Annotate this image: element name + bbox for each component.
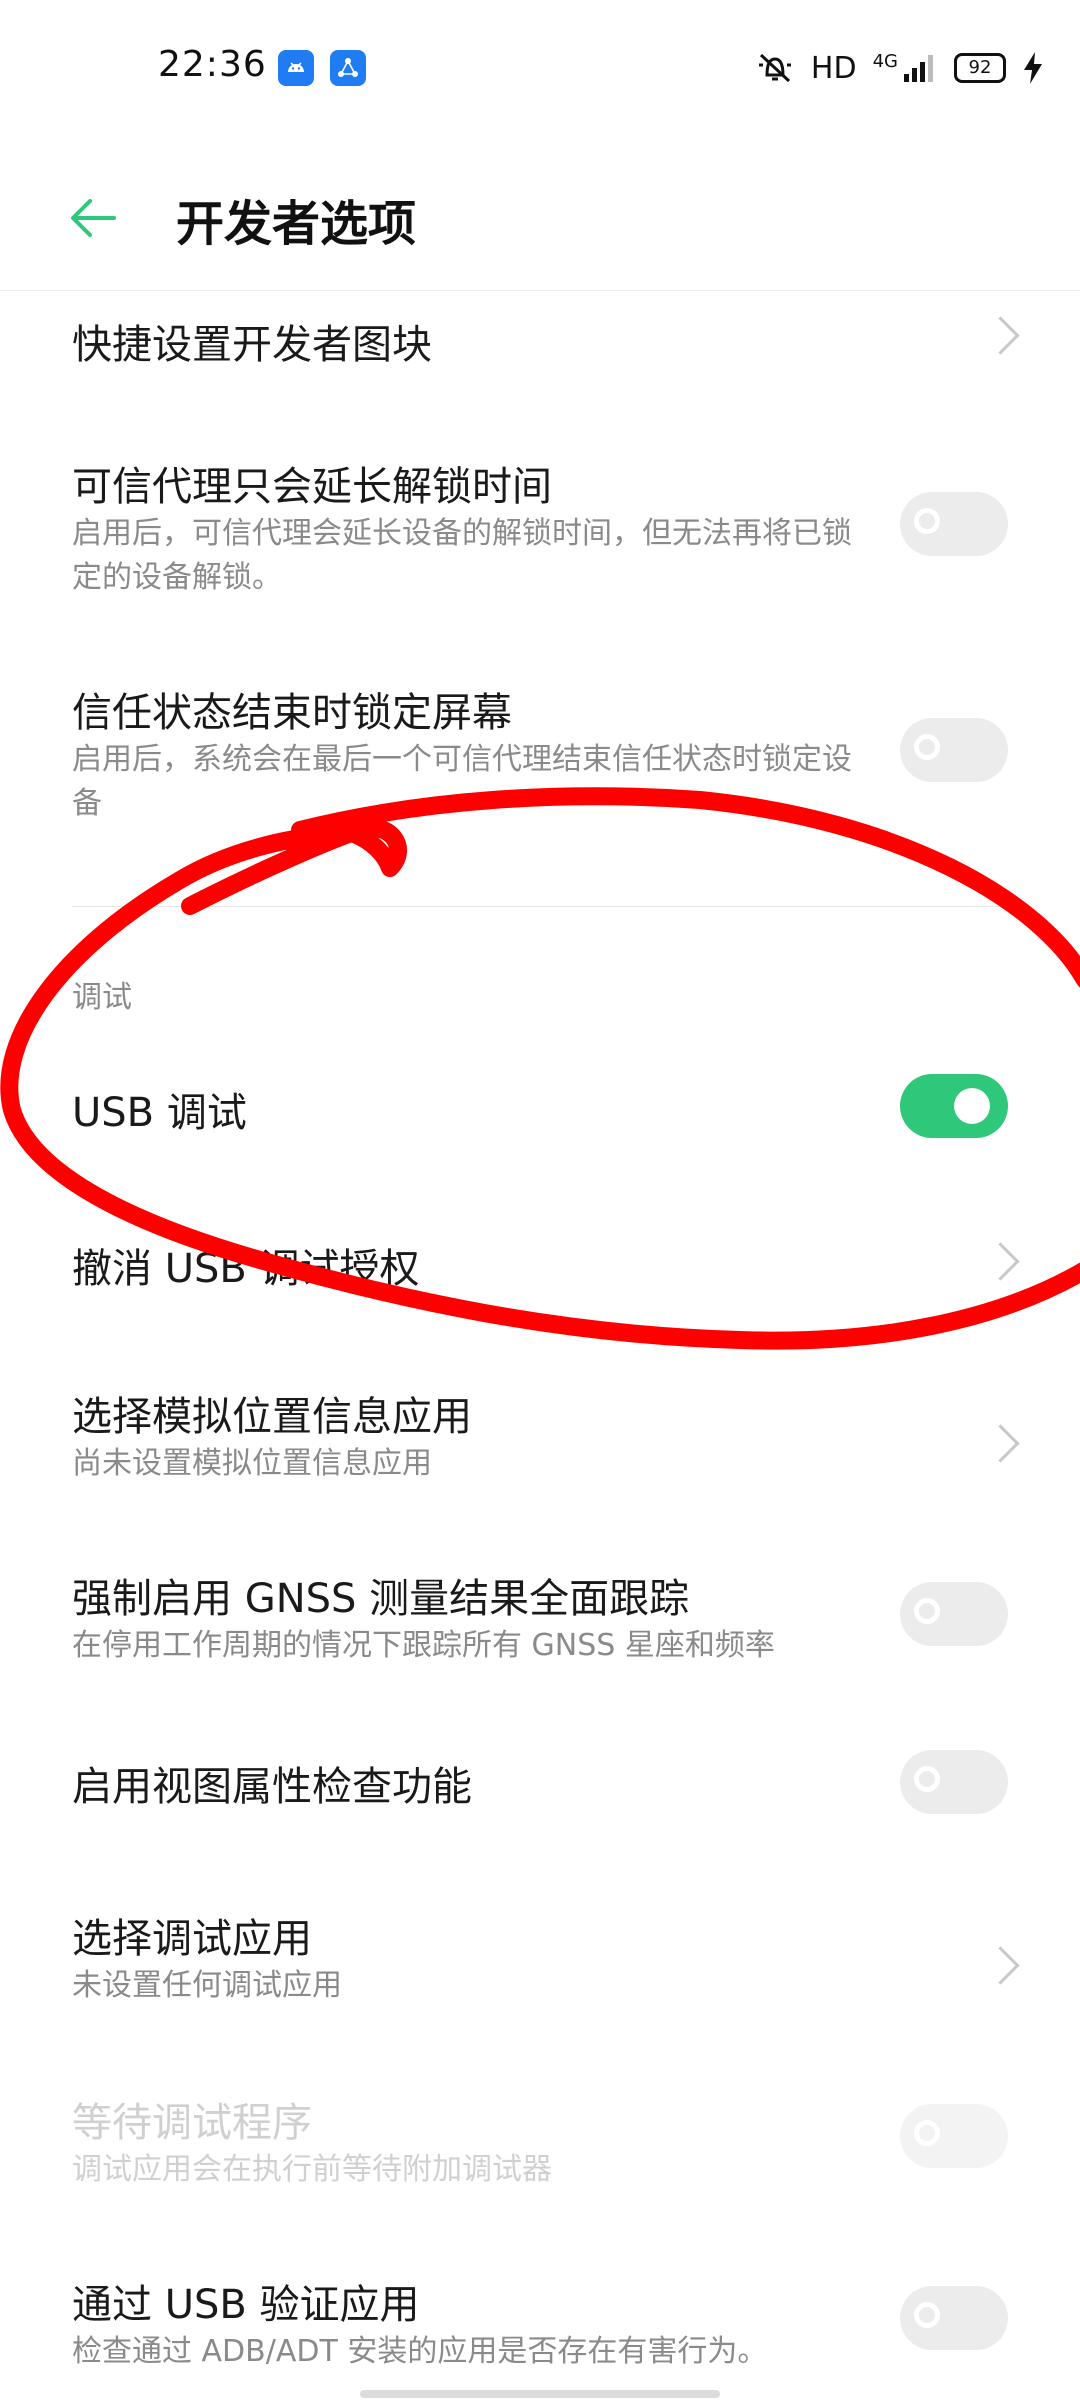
app-bar: 开发者选项 — [0, 150, 1080, 291]
debug-app-subtitle: 未设置任何调试应用 — [72, 1968, 342, 2003]
status-bar: 22:36 HD 4G 92 — [0, 0, 1080, 140]
trust-agent-extend-toggle[interactable] — [900, 492, 1008, 556]
wait-debugger-item: 等待调试程序 调试应用会在执行前等待附加调试器 — [0, 2076, 1080, 2216]
trust-agent-extend-subtitle: 启用后，可信代理会延长设备的解锁时间，但无法再将已锁定的设备解锁。 — [72, 516, 852, 595]
gnss-subtitle: 在停用工作周期的情况下跟踪所有 GNSS 星座和频率 — [72, 1628, 775, 1663]
gnss-item[interactable]: 强制启用 GNSS 测量结果全面跟踪 在停用工作周期的情况下跟踪所有 GNSS … — [0, 1552, 1080, 1692]
usb-debug-toggle[interactable] — [900, 1074, 1008, 1138]
gnss-toggle[interactable] — [900, 1582, 1008, 1646]
quick-tiles-title: 快捷设置开发者图块 — [72, 322, 432, 368]
mock-location-subtitle: 尚未设置模拟位置信息应用 — [72, 1446, 432, 1481]
charging-icon — [1024, 52, 1042, 84]
home-indicator[interactable] — [360, 2390, 720, 2398]
lock-on-trust-end-subtitle: 启用后，系统会在最后一个可信代理结束信任状态时锁定设备 — [72, 742, 852, 821]
mute-bell-icon — [758, 53, 791, 83]
network-label: HD — [810, 50, 857, 86]
share-app-icon — [330, 50, 366, 86]
usb-debug-title: USB 调试 — [72, 1090, 247, 1136]
chevron-right-icon — [981, 1424, 1020, 1463]
page-title: 开发者选项 — [176, 196, 417, 252]
trust-agent-extend-item[interactable]: 可信代理只会延长解锁时间 启用后，可信代理会延长设备的解锁时间，但无法再将已锁定… — [0, 440, 1080, 620]
verify-usb-title: 通过 USB 验证应用 — [72, 2282, 420, 2328]
gnss-title: 强制启用 GNSS 测量结果全面跟踪 — [72, 1576, 690, 1622]
lock-on-trust-end-toggle[interactable] — [900, 718, 1008, 782]
wait-debugger-title: 等待调试程序 — [72, 2100, 312, 2146]
debug-section-label: 调试 — [72, 980, 132, 1015]
debug-app-title: 选择调试应用 — [72, 1916, 312, 1962]
wait-debugger-toggle — [900, 2104, 1008, 2168]
verify-usb-item[interactable]: 通过 USB 验证应用 检查通过 ADB/ADT 安装的应用是否存在有害行为。 — [0, 2258, 1080, 2388]
chevron-right-icon — [981, 316, 1020, 355]
section-divider — [72, 906, 1008, 907]
mock-location-item[interactable]: 选择模拟位置信息应用 尚未设置模拟位置信息应用 — [0, 1370, 1080, 1510]
signal-icon — [904, 55, 933, 82]
view-attr-item[interactable]: 启用视图属性检查功能 — [0, 1740, 1080, 1840]
trust-agent-extend-title: 可信代理只会延长解锁时间 — [72, 464, 552, 510]
wait-debugger-subtitle: 调试应用会在执行前等待附加调试器 — [72, 2152, 552, 2187]
mock-location-title: 选择模拟位置信息应用 — [72, 1394, 472, 1440]
lock-on-trust-end-title: 信任状态结束时锁定屏幕 — [72, 690, 512, 736]
quick-tiles-item[interactable]: 快捷设置开发者图块 — [0, 290, 1080, 400]
usb-debug-item[interactable]: USB 调试 — [0, 1060, 1080, 1160]
status-time: 22:36 — [158, 44, 267, 85]
view-attr-title: 启用视图属性检查功能 — [72, 1764, 472, 1810]
signal-label: 4G — [872, 50, 898, 72]
verify-usb-toggle[interactable] — [900, 2286, 1008, 2350]
revoke-usb-item[interactable]: 撤消 USB 调试授权 — [0, 1216, 1080, 1316]
debug-app-item[interactable]: 选择调试应用 未设置任何调试应用 — [0, 1892, 1080, 2032]
android-app-icon — [278, 50, 314, 86]
verify-usb-subtitle: 检查通过 ADB/ADT 安装的应用是否存在有害行为。 — [72, 2334, 768, 2369]
chevron-right-icon — [981, 1946, 1020, 1985]
chevron-right-icon — [981, 1242, 1020, 1281]
back-arrow-icon[interactable] — [64, 188, 124, 248]
view-attr-toggle[interactable] — [900, 1750, 1008, 1814]
battery-level: 92 — [954, 53, 1006, 83]
revoke-usb-title: 撤消 USB 调试授权 — [72, 1246, 420, 1292]
lock-on-trust-end-item[interactable]: 信任状态结束时锁定屏幕 启用后，系统会在最后一个可信代理结束信任状态时锁定设备 — [0, 666, 1080, 846]
